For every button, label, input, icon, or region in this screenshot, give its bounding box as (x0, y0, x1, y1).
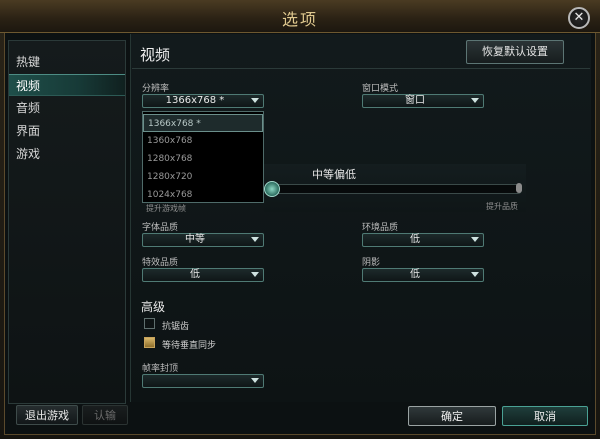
environment-quality-value: 低 (410, 234, 420, 245)
frame-cap-select[interactable] (142, 374, 264, 388)
page-title: 视频 (140, 46, 171, 64)
antialiasing-checkbox[interactable] (144, 318, 155, 329)
quality-slider-thumb[interactable] (264, 181, 280, 197)
effects-quality-select[interactable]: 低 (142, 268, 264, 282)
restore-defaults-button[interactable]: 恢复默认设置 (466, 40, 564, 64)
quality-level-label: 中等偏低 (312, 168, 356, 181)
environment-quality-label: 环境品质 (362, 223, 399, 233)
close-icon: ✕ (573, 10, 585, 25)
quality-left-caption: 提升游戏帧 (146, 204, 186, 213)
chevron-down-icon (251, 237, 259, 242)
shadows-label: 阴影 (362, 258, 381, 268)
window-mode-value: 窗口 (405, 95, 425, 106)
effects-quality-value: 低 (190, 269, 200, 280)
sidebar-item-game[interactable]: 游戏 (9, 143, 125, 165)
header-divider (132, 68, 590, 69)
sidebar-item-hotkeys[interactable]: 热键 (9, 51, 125, 73)
resolution-option[interactable]: 1280x720 (143, 168, 263, 186)
environment-quality-select[interactable]: 低 (362, 233, 484, 247)
resolution-value: 1366x768 * (165, 95, 225, 106)
effects-quality-label: 特效品质 (142, 258, 179, 268)
sidebar-item-interface[interactable]: 界面 (9, 120, 125, 142)
ok-button[interactable]: 确定 (408, 406, 496, 426)
sidebar: 热键 视频 音频 界面 游戏 (8, 40, 126, 404)
window-title: 选项 (281, 10, 318, 29)
window-mode-select[interactable]: 窗口 (362, 94, 484, 108)
shadows-value: 低 (410, 269, 420, 280)
quit-game-button[interactable]: 退出游戏 (16, 405, 78, 425)
chevron-down-icon (471, 98, 479, 103)
advanced-section-title: 高级 (141, 300, 166, 314)
resolution-option[interactable]: 1280x768 (143, 150, 263, 168)
resolution-option[interactable]: 1366x768 * (143, 114, 263, 132)
font-quality-label: 字体品质 (142, 223, 179, 233)
sidebar-item-video[interactable]: 视频 (9, 74, 125, 96)
close-button[interactable]: ✕ (568, 7, 590, 29)
quality-slider-end (516, 183, 522, 193)
quality-right-caption: 提升品质 (486, 202, 518, 211)
cancel-button[interactable]: 取消 (502, 406, 588, 426)
resolution-select[interactable]: 1366x768 * (142, 94, 264, 108)
chevron-down-icon (471, 237, 479, 242)
font-quality-select[interactable]: 中等 (142, 233, 264, 247)
resolution-dropdown: 1366x768 * 1360x768 1280x768 1280x720 10… (142, 111, 264, 203)
surrender-button[interactable]: 认输 (82, 405, 128, 425)
font-quality-value: 中等 (185, 234, 205, 245)
vsync-checkbox[interactable] (144, 337, 155, 348)
resolution-option[interactable]: 1024x768 (143, 186, 263, 204)
resolution-label: 分辨率 (142, 84, 170, 94)
frame-cap-label: 帧率封顶 (142, 364, 179, 374)
chevron-down-icon (251, 378, 259, 383)
antialiasing-label: 抗锯齿 (162, 322, 190, 332)
chevron-down-icon (471, 272, 479, 277)
sidebar-item-audio[interactable]: 音频 (9, 97, 125, 119)
shadows-select[interactable]: 低 (362, 268, 484, 282)
resolution-option[interactable]: 1360x768 (143, 132, 263, 150)
chevron-down-icon (251, 98, 259, 103)
quality-slider-track[interactable] (270, 184, 522, 194)
vsync-label: 等待垂直同步 (162, 341, 217, 351)
chevron-down-icon (251, 272, 259, 277)
window-mode-label: 窗口模式 (362, 84, 399, 94)
